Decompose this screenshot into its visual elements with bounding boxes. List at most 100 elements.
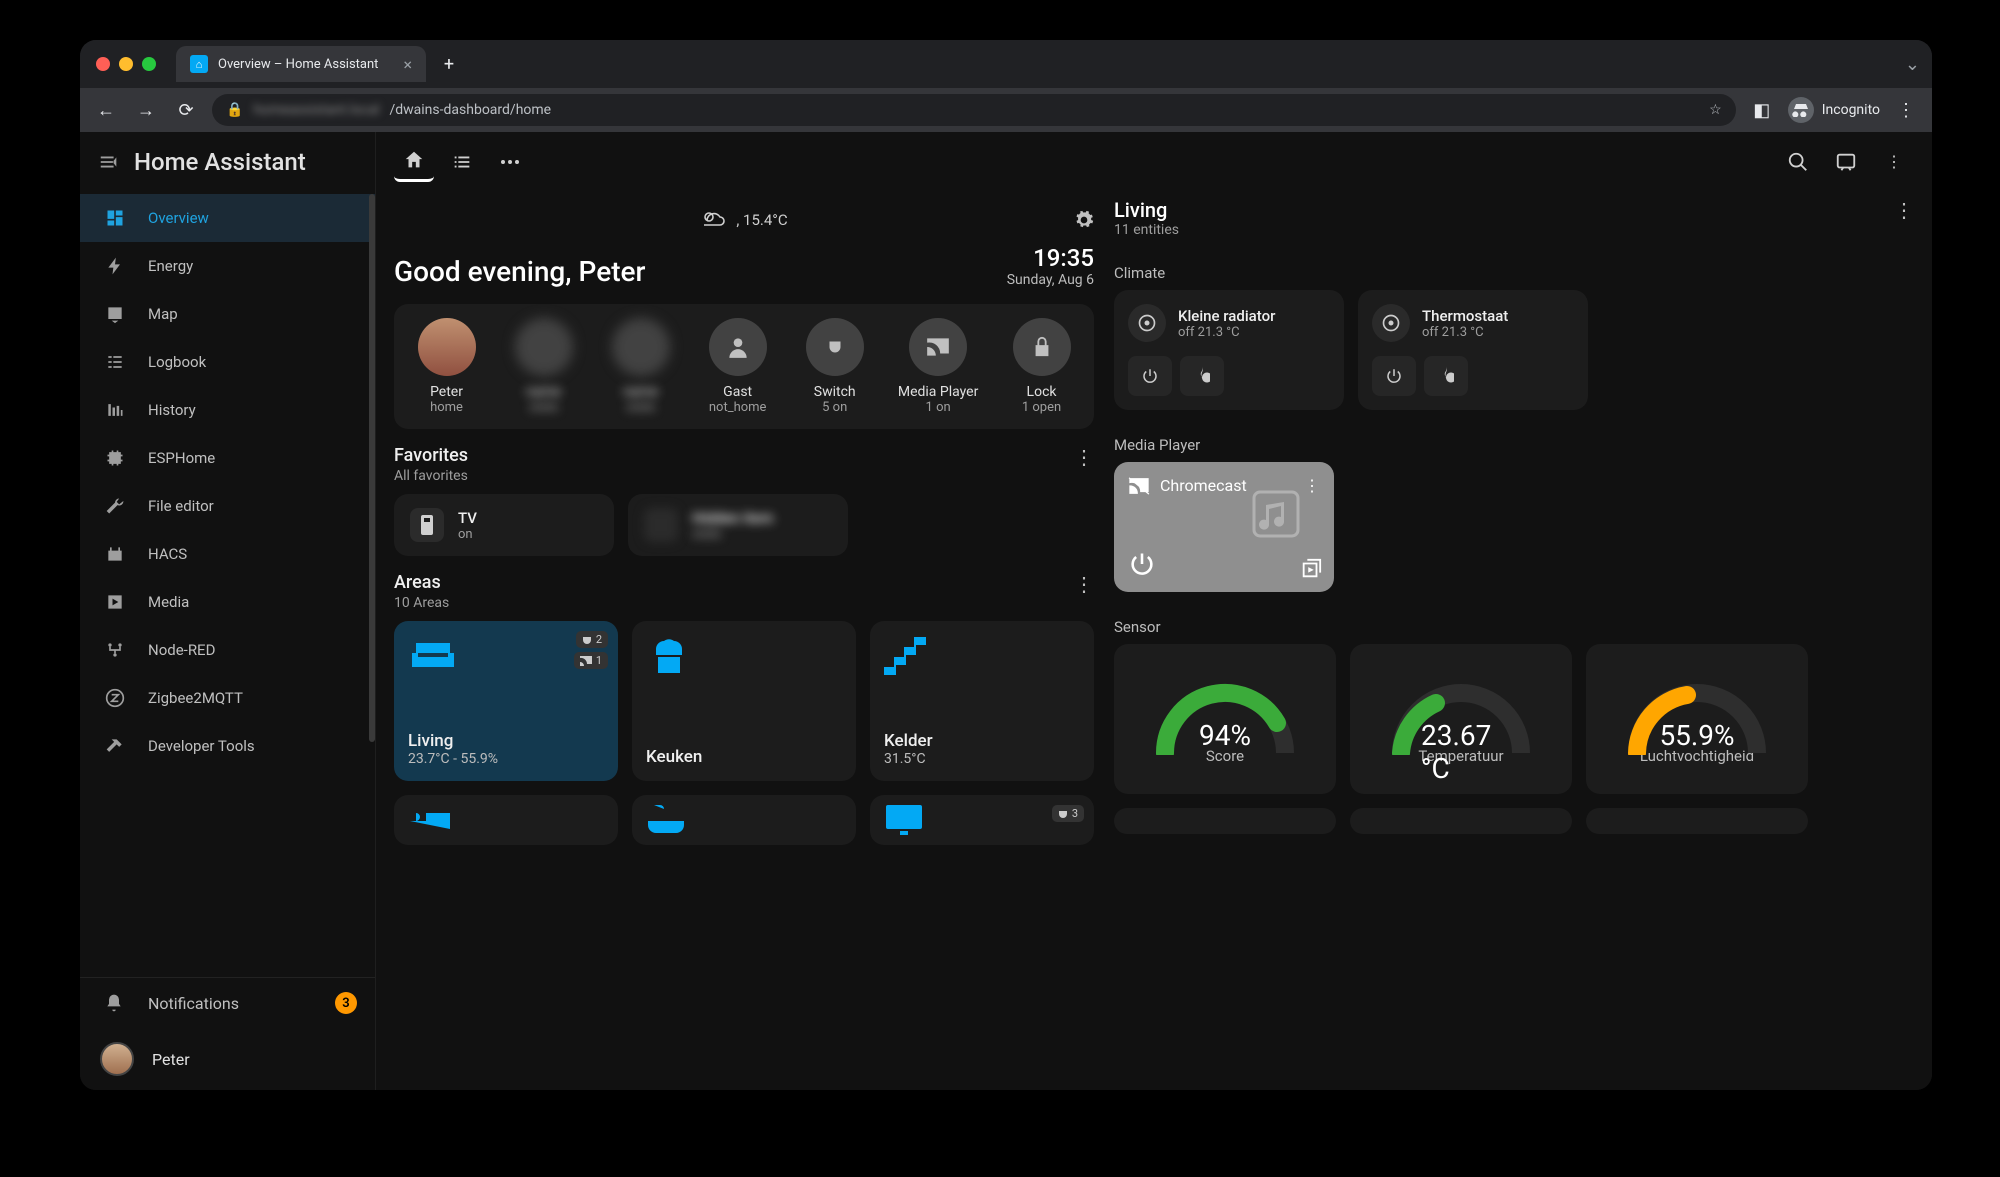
bookmark-star-icon[interactable]: ☆ <box>1709 102 1722 118</box>
tab-list[interactable] <box>442 142 482 182</box>
chip-blur[interactable]: namestate <box>509 318 578 415</box>
incognito-indicator[interactable]: Incognito <box>1788 97 1880 123</box>
tab-home[interactable] <box>394 142 434 182</box>
gear-icon[interactable] <box>1074 210 1094 230</box>
heat-button[interactable] <box>1180 356 1224 396</box>
sidebar-item-esphome[interactable]: ESPHome <box>80 434 375 482</box>
favorites-menu[interactable]: ⋮ <box>1074 445 1094 469</box>
sensor-header: Sensor <box>1114 618 1914 636</box>
hacs-icon <box>104 543 126 565</box>
chip-media[interactable]: Media Player1 on <box>897 318 979 415</box>
favorite-tv[interactable]: TVon <box>394 494 614 556</box>
view-toolbar: ⋮ <box>376 132 1932 192</box>
heat-button[interactable] <box>1424 356 1468 396</box>
sidebar-item-nodered[interactable]: Node-RED <box>80 626 375 674</box>
bell-icon <box>104 993 126 1013</box>
nodered-icon <box>104 639 126 661</box>
area-item[interactable] <box>632 795 856 845</box>
greeting: Good evening, Peter <box>394 255 645 288</box>
reload-button[interactable]: ⟳ <box>172 96 200 124</box>
extensions-icon[interactable]: ◧ <box>1748 96 1776 124</box>
plug-badge: 2 <box>576 631 608 648</box>
incognito-icon <box>1788 97 1814 123</box>
sidebar-notifications[interactable]: Notifications 3 <box>80 977 375 1028</box>
avatar-icon <box>418 318 476 376</box>
browser-tabbar: ⌂ Overview – Home Assistant × + ⌄ <box>80 40 1932 88</box>
close-tab-icon[interactable]: × <box>403 55 412 74</box>
power-button[interactable] <box>1372 356 1416 396</box>
cast-badge: 1 <box>574 652 608 669</box>
areas-title: Areas <box>394 572 449 593</box>
assist-button[interactable] <box>1826 142 1866 182</box>
minimize-window-icon[interactable] <box>119 57 133 71</box>
tab-more[interactable] <box>490 142 530 182</box>
close-window-icon[interactable] <box>96 57 110 71</box>
area-keuken[interactable]: Keuken <box>632 621 856 781</box>
areas-menu[interactable]: ⋮ <box>1074 572 1094 596</box>
sidebar-collapse-icon[interactable] <box>98 151 120 173</box>
address-bar: ← → ⟳ 🔒 homeassistant.local /dwains-dash… <box>80 88 1932 132</box>
sidebar-item-devtools[interactable]: Developer Tools <box>80 722 375 770</box>
overflow-menu[interactable]: ⋮ <box>1874 142 1914 182</box>
forward-button[interactable]: → <box>132 96 160 124</box>
power-button[interactable] <box>1128 356 1172 396</box>
chip-guest[interactable]: Gastnot_home <box>703 318 772 415</box>
chip-switch[interactable]: Switch5 on <box>800 318 869 415</box>
sidebar-item-history[interactable]: History <box>80 386 375 434</box>
tab-title: Overview – Home Assistant <box>218 57 378 72</box>
traffic-lights[interactable] <box>96 57 156 71</box>
favorite-blur[interactable]: Hidden itemstate <box>628 494 848 556</box>
area-item[interactable]: 3 <box>870 795 1094 845</box>
back-button[interactable]: ← <box>92 96 120 124</box>
sensor-humidity[interactable]: 55.9% Luchtvochtigheid <box>1586 644 1808 794</box>
browser-menu-icon[interactable]: ⋮ <box>1892 96 1920 124</box>
tabs-dropdown-icon[interactable]: ⌄ <box>1905 54 1920 75</box>
chip-lock[interactable]: Lock1 open <box>1007 318 1076 415</box>
maximize-window-icon[interactable] <box>142 57 156 71</box>
person-icon <box>709 318 767 376</box>
search-button[interactable] <box>1778 142 1818 182</box>
sidebar-item-energy[interactable]: Energy <box>80 242 375 290</box>
sidebar-item-hacs[interactable]: HACS <box>80 530 375 578</box>
sensor-score[interactable]: 94% Score <box>1114 644 1336 794</box>
thermostat-icon <box>1128 304 1166 342</box>
sidebar-item-file-editor[interactable]: File editor <box>80 482 375 530</box>
power-icon[interactable] <box>1128 550 1320 578</box>
area-living[interactable]: 21 Living23.7°C - 55.9% <box>394 621 618 781</box>
sidebar-item-logbook[interactable]: Logbook <box>80 338 375 386</box>
media-chromecast[interactable]: Chromecast⋮ <box>1114 462 1334 592</box>
sidebar-list[interactable]: Overview Energy Map Logbook History ESPH… <box>80 194 375 977</box>
sidebar-item-media[interactable]: Media <box>80 578 375 626</box>
room-menu[interactable]: ⋮ <box>1894 198 1914 222</box>
media-menu[interactable]: ⋮ <box>1304 476 1320 495</box>
sensor-card[interactable] <box>1586 808 1808 834</box>
sensor-temp[interactable]: 23.67 °C Temperatuur <box>1350 644 1572 794</box>
area-item[interactable] <box>394 795 618 845</box>
sensor-card[interactable] <box>1114 808 1336 834</box>
sensor-card[interactable] <box>1350 808 1572 834</box>
chip-peter[interactable]: Peterhome <box>412 318 481 415</box>
sidebar-item-map[interactable]: Map <box>80 290 375 338</box>
history-icon <box>104 399 126 421</box>
climate-thermostaat[interactable]: Thermostaatoff 21.3 °C <box>1358 290 1588 410</box>
bolt-icon <box>104 255 126 277</box>
weather-icon <box>700 209 726 231</box>
music-icon <box>1248 486 1304 542</box>
sidebar-user[interactable]: Peter <box>80 1028 375 1090</box>
new-tab-button[interactable]: + <box>434 49 464 79</box>
sidebar-item-zigbee[interactable]: Zigbee2MQTT <box>80 674 375 722</box>
browser-tab[interactable]: ⌂ Overview – Home Assistant × <box>176 46 426 82</box>
lock-icon <box>1013 318 1071 376</box>
clock-time: 19:35 <box>1007 244 1094 272</box>
climate-header: Climate <box>1114 264 1914 282</box>
room-title: Living <box>1114 198 1179 222</box>
clock-date: Sunday, Aug 6 <box>1007 272 1094 288</box>
chip-blur[interactable]: namestate <box>606 318 675 415</box>
url-path: /dwains-dashboard/home <box>389 102 551 118</box>
map-icon <box>104 303 126 325</box>
area-kelder[interactable]: Kelder31.5°C <box>870 621 1094 781</box>
url-field[interactable]: 🔒 homeassistant.local /dwains-dashboard/… <box>212 94 1736 126</box>
library-icon[interactable] <box>1300 558 1322 580</box>
climate-kleine-radiator[interactable]: Kleine radiatoroff 21.3 °C <box>1114 290 1344 410</box>
sidebar-item-overview[interactable]: Overview <box>80 194 375 242</box>
